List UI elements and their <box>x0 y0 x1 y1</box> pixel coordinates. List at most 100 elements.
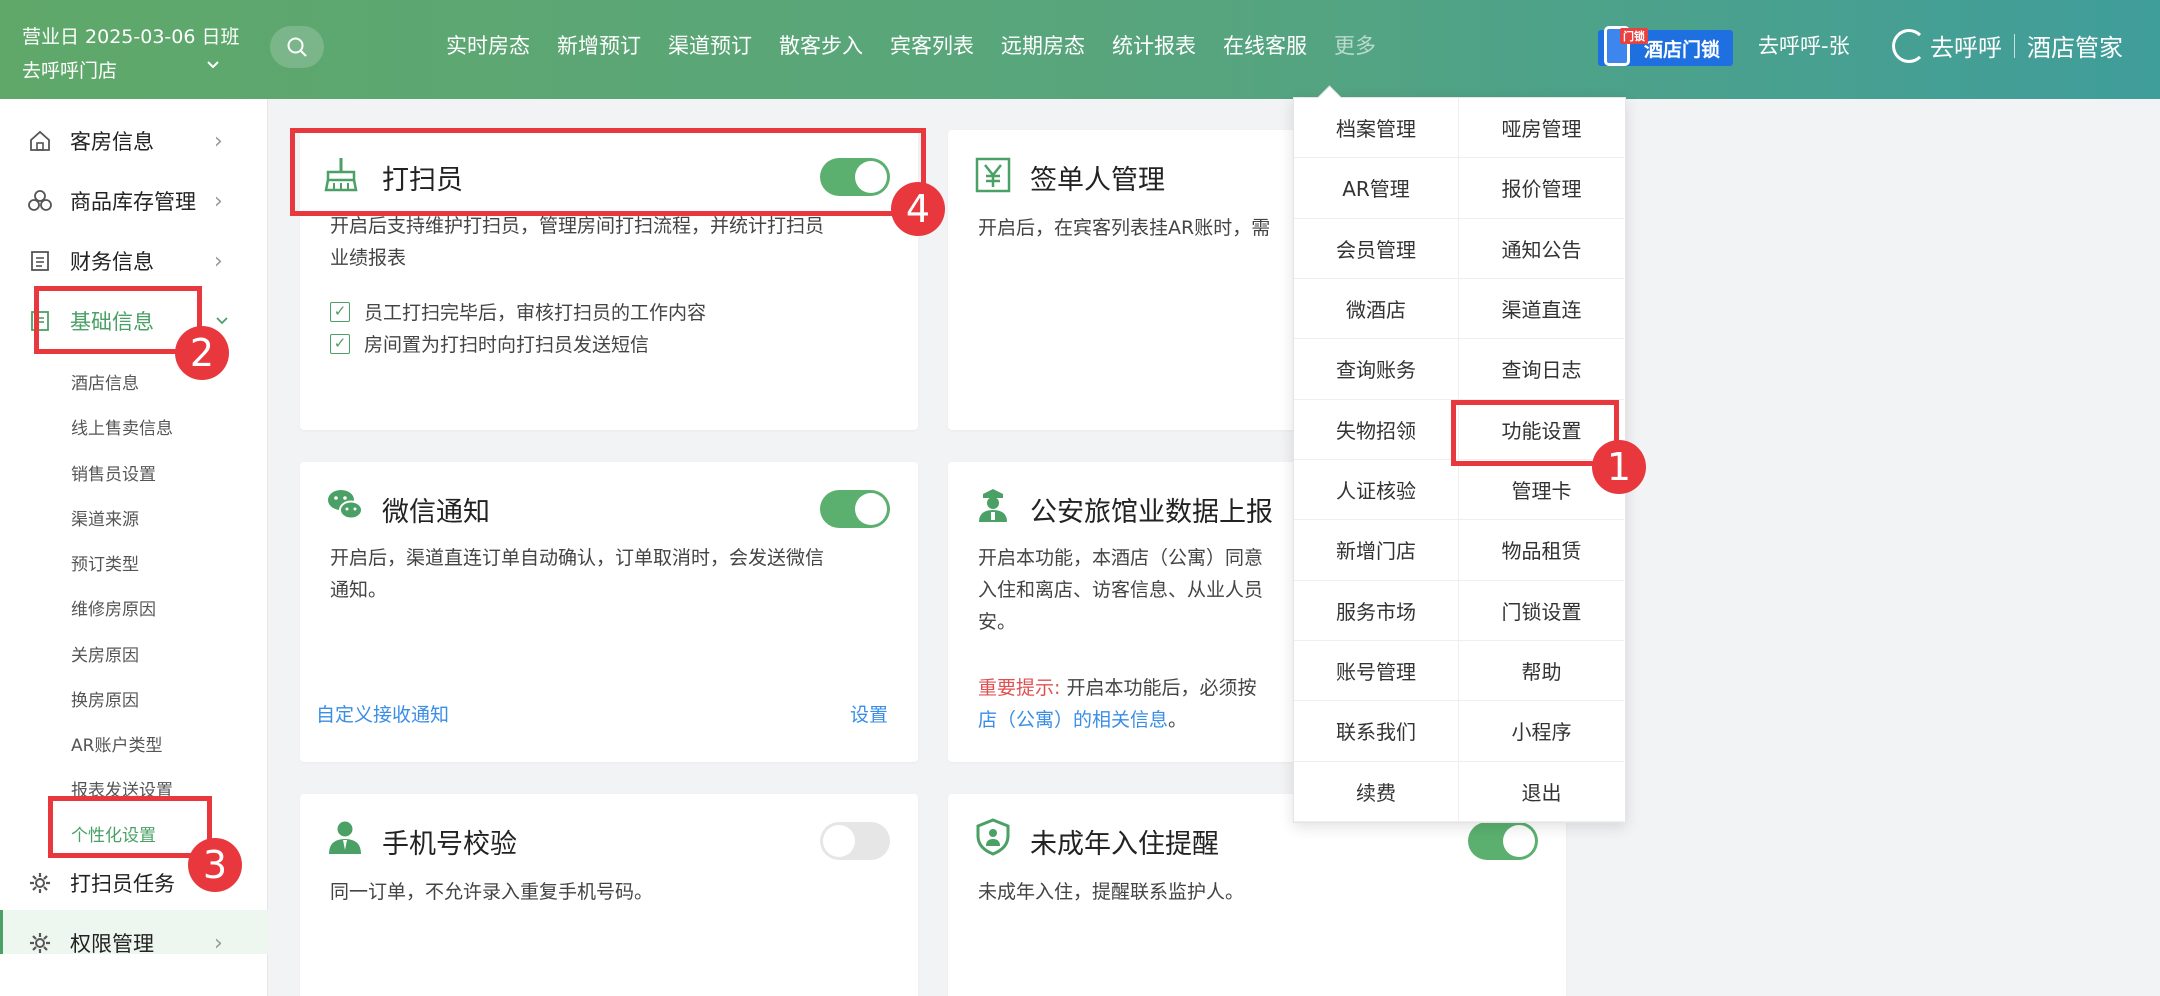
checkbox-checked[interactable]: ✓ <box>330 333 350 354</box>
phone-check-toggle[interactable] <box>820 822 890 860</box>
checkbox-checked[interactable]: ✓ <box>330 301 350 322</box>
gear-icon <box>27 870 53 896</box>
sidebar-item-room-info[interactable]: 客房信息 › <box>0 119 268 163</box>
document-icon <box>27 248 53 274</box>
gear-icon <box>27 930 53 956</box>
annotation-number-4: 4 <box>891 182 945 236</box>
annotation-number-3: 3 <box>188 838 242 892</box>
chevron-right-icon: › <box>214 188 223 214</box>
menu-item-lock-settings[interactable]: 门锁设置 <box>1459 581 1624 641</box>
hotel-lock-badge[interactable]: 门锁 酒店门锁 <box>1598 26 1733 66</box>
card-description: 未成年入住，提醒联系监护人。 <box>978 881 1245 903</box>
home-icon <box>27 128 53 154</box>
sidebar-item-permissions[interactable]: 权限管理 › <box>0 921 268 965</box>
sub-item-salesperson[interactable]: 销售员设置 <box>71 460 156 485</box>
menu-item-renew[interactable]: 续费 <box>1294 761 1459 822</box>
menu-item-account[interactable]: 账号管理 <box>1294 640 1459 702</box>
card-title: 未成年入住提醒 <box>1030 829 1219 860</box>
nav-item-reports[interactable]: 统计报表 <box>1112 30 1196 60</box>
user-name[interactable]: 去呼呼-张 <box>1758 30 1850 60</box>
store-selector[interactable]: 去呼呼门店 <box>22 56 117 83</box>
menu-item-id-verify[interactable]: 人证核验 <box>1294 459 1459 521</box>
description-line: 开启后，渠道直连订单自动确认，订单取消时，会发送微信 <box>330 547 825 569</box>
sidebar-item-label: 财务信息 <box>70 250 154 274</box>
sub-item-online-sales[interactable]: 线上售卖信息 <box>71 414 173 439</box>
police-info-link[interactable]: 店（公寓）的相关信息 <box>978 709 1168 731</box>
menu-item-archive[interactable]: 档案管理 <box>1294 98 1459 159</box>
menu-item-member[interactable]: 会员管理 <box>1294 218 1459 279</box>
nav-item-realtime-status[interactable]: 实时房态 <box>446 30 530 60</box>
annotation-number-1: 1 <box>1592 440 1646 494</box>
menu-item-micro-hotel[interactable]: 微酒店 <box>1294 278 1459 340</box>
menu-item-quote[interactable]: 报价管理 <box>1459 158 1624 219</box>
warning-label: 重要提示: <box>978 677 1061 699</box>
lock-tag: 门锁 <box>1620 28 1648 44</box>
card-description: 开启后，在宾客列表挂AR账时，需 <box>978 217 1271 239</box>
menu-item-ar[interactable]: AR管理 <box>1294 158 1459 219</box>
sub-item-close-reason[interactable]: 关房原因 <box>71 641 139 666</box>
menu-item-query-log[interactable]: 查询日志 <box>1459 339 1624 400</box>
custom-notify-link[interactable]: 自定义接收通知 <box>316 700 449 727</box>
chevron-right-icon: › <box>214 128 223 154</box>
card-wechat: 微信通知 开启后，渠道直连订单自动确认，订单取消时，会发送微信 通知。 自定义接… <box>300 462 918 762</box>
card-title: 公安旅馆业数据上报 <box>1030 497 1273 528</box>
sidebar-item-label: 客房信息 <box>70 130 154 154</box>
card-title: 手机号校验 <box>382 829 517 860</box>
sentence-end: 。 <box>1168 709 1188 731</box>
annotation-box-personalization <box>48 796 212 858</box>
important-notice: 重要提示: 开启本功能后，必须按 店（公寓）的相关信息。 <box>978 672 1256 736</box>
option-label: 房间置为打扫时向打扫员发送短信 <box>364 334 650 356</box>
settings-link[interactable]: 设置 <box>850 700 888 727</box>
menu-item-announcement[interactable]: 通知公告 <box>1459 219 1624 279</box>
brand-divider <box>2014 33 2015 58</box>
sub-item-hotel-info[interactable]: 酒店信息 <box>71 369 139 394</box>
menu-item-query-account[interactable]: 查询账务 <box>1294 339 1459 400</box>
card-description: 开启后支持维护打扫员，管理房间打扫流程，并统计打扫员 业绩报表 <box>330 210 824 274</box>
menu-item-contact[interactable]: 联系我们 <box>1294 701 1459 762</box>
nav-item-online-service[interactable]: 在线客服 <box>1223 30 1307 60</box>
search-button[interactable] <box>270 26 324 68</box>
nav-item-walk-in[interactable]: 散客步入 <box>779 30 863 60</box>
sidebar-item-finance[interactable]: 财务信息 › <box>0 239 268 283</box>
chevron-right-icon: › <box>214 930 223 956</box>
sidebar-item-inventory[interactable]: 商品库存管理 › <box>0 179 268 223</box>
shield-icon <box>976 818 1010 856</box>
card-phone-check: 手机号校验 同一订单，不允许录入重复手机号码。 <box>300 794 918 996</box>
menu-item-dummy-room[interactable]: 哑房管理 <box>1459 98 1624 159</box>
sub-item-channel-source[interactable]: 渠道来源 <box>71 505 139 530</box>
sub-item-repair-reason[interactable]: 维修房原因 <box>71 595 156 620</box>
card-minor-checkin: 未成年入住提醒 未成年入住，提醒联系监护人。 <box>948 794 1566 996</box>
sub-item-ar-account-type[interactable]: AR账户类型 <box>71 731 162 756</box>
menu-item-lost-found[interactable]: 失物招领 <box>1294 399 1459 460</box>
sidebar-item-label: 权限管理 <box>70 932 154 956</box>
menu-item-help[interactable]: 帮助 <box>1459 641 1624 702</box>
cleaner-option-sms[interactable]: ✓ 房间置为打扫时向打扫员发送短信 <box>330 330 649 357</box>
cleaner-option-review[interactable]: ✓ 员工打扫完毕后，审核打扫员的工作内容 <box>330 298 706 325</box>
card-description: 开启后，渠道直连订单自动确认，订单取消时，会发送微信 通知。 <box>330 542 824 606</box>
card-description: 同一订单，不允许录入重复手机号码。 <box>330 881 654 903</box>
brand-logo: 去呼呼 酒店管家 <box>1892 28 2123 63</box>
sub-item-reservation-type[interactable]: 预订类型 <box>71 550 139 575</box>
yuan-icon <box>975 157 1011 193</box>
menu-item-service-market[interactable]: 服务市场 <box>1294 580 1459 641</box>
sub-item-change-room-reason[interactable]: 换房原因 <box>71 686 139 711</box>
menu-item-logout[interactable]: 退出 <box>1459 762 1624 822</box>
brand-product: 酒店管家 <box>2027 34 2123 62</box>
brand-logo-text: 去呼呼 <box>1930 34 2002 62</box>
wechat-icon <box>328 490 363 520</box>
hotel-lock-label: 酒店门锁 <box>1644 38 1721 61</box>
menu-item-channel-direct[interactable]: 渠道直连 <box>1459 279 1624 340</box>
wechat-toggle[interactable] <box>820 490 890 528</box>
nav-item-more[interactable]: 更多 <box>1334 30 1376 60</box>
menu-item-new-store[interactable]: 新增门店 <box>1294 520 1459 581</box>
card-title: 微信通知 <box>382 497 490 528</box>
chevron-down-icon[interactable] <box>205 56 221 77</box>
nav-item-new-reservation[interactable]: 新增预订 <box>557 30 641 60</box>
minor-checkin-toggle[interactable] <box>1468 822 1538 860</box>
nav-item-guest-list[interactable]: 宾客列表 <box>890 30 974 60</box>
menu-item-mini-program[interactable]: 小程序 <box>1459 701 1624 762</box>
nav-item-forward-status[interactable]: 远期房态 <box>1001 30 1085 60</box>
description-line: 开启本功能，本酒店（公寓）同意 <box>978 547 1264 569</box>
menu-item-rental[interactable]: 物品租赁 <box>1459 520 1624 581</box>
nav-item-channel-reservation[interactable]: 渠道预订 <box>668 30 752 60</box>
